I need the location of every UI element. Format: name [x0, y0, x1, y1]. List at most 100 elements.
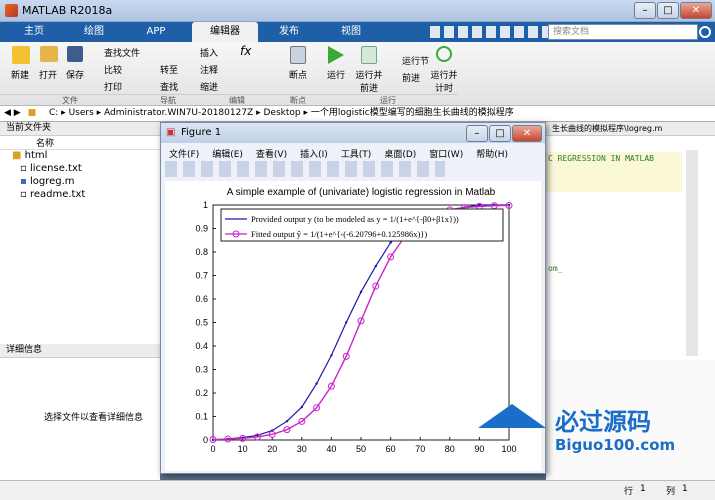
y-tick-label: 0.6 [195, 294, 208, 304]
new-button[interactable]: 新建 [6, 68, 34, 81]
x-tick-label: 40 [326, 444, 336, 454]
run-section-button[interactable]: 运行节 [402, 54, 429, 67]
data-point-provided [389, 241, 392, 244]
x-tick-label: 10 [238, 444, 248, 454]
list-item-html[interactable]: ■ html [0, 150, 160, 163]
col-label: 列 [666, 487, 676, 497]
find-files-button[interactable]: 查找文件 [104, 46, 140, 59]
compare-button[interactable]: 比较 [104, 63, 122, 76]
run-button[interactable]: 运行 [322, 68, 350, 81]
tab-editor[interactable]: 编辑器 [192, 22, 258, 42]
find-button[interactable]: 查找 [160, 80, 178, 93]
y-tick-label: 0.3 [195, 365, 208, 375]
menu-desktop[interactable]: 桌面(D) [384, 150, 416, 160]
figure-icon: ▣ [166, 127, 176, 138]
run-time-button[interactable]: 运行并 计时 [428, 68, 460, 94]
minimize-button[interactable]: – [634, 2, 656, 19]
run-advance-icon[interactable] [361, 46, 377, 64]
section-file: 文件 [0, 94, 140, 105]
row-label: 行 [624, 487, 634, 497]
watermark-text: 必过源码 [555, 408, 651, 436]
data-point-provided [345, 321, 348, 324]
tab-plots[interactable]: 绘图 [68, 22, 120, 42]
run-time-icon[interactable] [436, 46, 452, 62]
search-input[interactable]: 搜索文档 [548, 24, 698, 40]
save-button[interactable]: 保存 [60, 68, 90, 81]
list-item-license[interactable]: ▫ license.txt [0, 163, 160, 176]
figure-title-bar: ▣ Figure 1 – □ ✕ [161, 123, 545, 143]
column-header-name[interactable]: 名称 [0, 136, 160, 150]
folder-icon: ■ [12, 150, 25, 161]
figure-title: Figure 1 [181, 127, 222, 138]
print-button[interactable]: 打印 [104, 80, 122, 93]
open-button[interactable]: 打开 [34, 68, 62, 81]
path-segment-desktop[interactable]: Desktop [263, 108, 300, 118]
new-icon[interactable] [12, 46, 30, 64]
comment-button[interactable]: 注释 [200, 63, 218, 76]
run-advance-button[interactable]: 运行并 前进 [354, 68, 384, 94]
search-icon[interactable] [699, 26, 711, 38]
details-panel: 详细信息 选择文件以查看详细信息 [0, 344, 160, 480]
x-tick-label: 50 [356, 444, 366, 454]
run-icon[interactable] [328, 46, 344, 64]
quick-access-icons[interactable] [430, 26, 548, 38]
y-tick-label: 0.9 [195, 224, 208, 234]
menu-edit[interactable]: 编辑(E) [212, 150, 243, 160]
section-run: 运行 [318, 94, 458, 105]
path-segment-drive[interactable]: C: [49, 108, 58, 118]
tab-apps[interactable]: APP [128, 22, 184, 42]
tab-home[interactable]: 主页 [8, 22, 60, 42]
figure-toolbar[interactable] [165, 161, 445, 177]
data-point-provided [330, 354, 333, 357]
path-segment-users[interactable]: Users [69, 108, 94, 118]
watermark-logo-icon [478, 404, 546, 428]
x-tick-label: 20 [267, 444, 277, 454]
figure-minimize-button[interactable]: – [466, 125, 488, 142]
path-segment-user[interactable]: Administrator.WIN7U-20180127Z [104, 108, 253, 118]
tab-view[interactable]: 视图 [322, 22, 380, 42]
menu-insert[interactable]: 插入(I) [300, 150, 328, 160]
save-icon[interactable] [67, 46, 83, 62]
menu-window[interactable]: 窗口(W) [429, 150, 463, 160]
y-tick-label: 0.8 [195, 247, 208, 257]
menu-tools[interactable]: 工具(T) [341, 150, 372, 160]
advance-button[interactable]: 前进 [402, 71, 420, 84]
x-tick-label: 80 [445, 444, 455, 454]
back-icon[interactable]: ◀ ▶ [4, 108, 21, 118]
menu-view[interactable]: 查看(V) [256, 150, 287, 160]
path-segment-folder[interactable]: 一个用logistic模型编写的细胞生长曲线的模拟程序 [311, 108, 514, 118]
figure-maximize-button[interactable]: □ [489, 125, 511, 142]
title-bar: MATLAB R2018a – □ ✕ [0, 0, 715, 22]
y-tick-label: 1 [203, 200, 208, 210]
address-bar[interactable]: ◀ ▶ ■ C: ▸ Users ▸ Administrator.WIN7U-2… [0, 106, 715, 122]
tab-publish[interactable]: 发布 [260, 22, 318, 42]
data-point-provided [300, 405, 303, 409]
col-value: 1 [682, 484, 688, 494]
chart-title: A simple example of (univariate) logisti… [227, 187, 496, 198]
y-tick-label: 0.1 [195, 412, 208, 422]
open-icon[interactable] [40, 46, 58, 62]
maximize-button[interactable]: □ [657, 2, 679, 19]
list-item-logreg[interactable]: ▪ logreg.m [0, 176, 160, 189]
ribbon: 新建 打开 保存 查找文件 比较 打印 转至 查找 插入 fx 注释 缩进 断点… [0, 42, 715, 106]
list-item-readme[interactable]: ▫ readme.txt [0, 189, 160, 202]
close-button[interactable]: ✕ [680, 2, 712, 19]
x-tick-label: 30 [297, 444, 307, 454]
editor-tab[interactable]: 生长曲线的模拟程序\logreg.m [546, 122, 715, 136]
menu-file[interactable]: 文件(F) [169, 150, 199, 160]
toolstrip-tabs: 主页 绘图 APP 编辑器 发布 视图 搜索文档 [0, 22, 715, 42]
figure-close-button[interactable]: ✕ [512, 125, 542, 142]
breakpoint-icon[interactable] [290, 46, 306, 64]
goto-button[interactable]: 转至 [160, 63, 178, 76]
x-tick-label: 0 [210, 444, 215, 454]
editor-scrollbar[interactable] [686, 150, 698, 356]
section-edit: 编辑 [196, 94, 278, 105]
y-tick-label: 0.5 [195, 318, 208, 328]
insert-button[interactable]: 插入 [200, 46, 218, 59]
figure-menubar: 文件(F) 编辑(E) 查看(V) 插入(I) 工具(T) 桌面(D) 窗口(W) 帮助(H) [169, 147, 521, 160]
x-tick-label: 90 [474, 444, 484, 454]
menu-help[interactable]: 帮助(H) [476, 150, 508, 160]
indent-button[interactable]: 缩进 [200, 80, 218, 93]
fx-button[interactable]: fx [240, 44, 251, 58]
breakpoint-button[interactable]: 断点 [284, 68, 312, 81]
